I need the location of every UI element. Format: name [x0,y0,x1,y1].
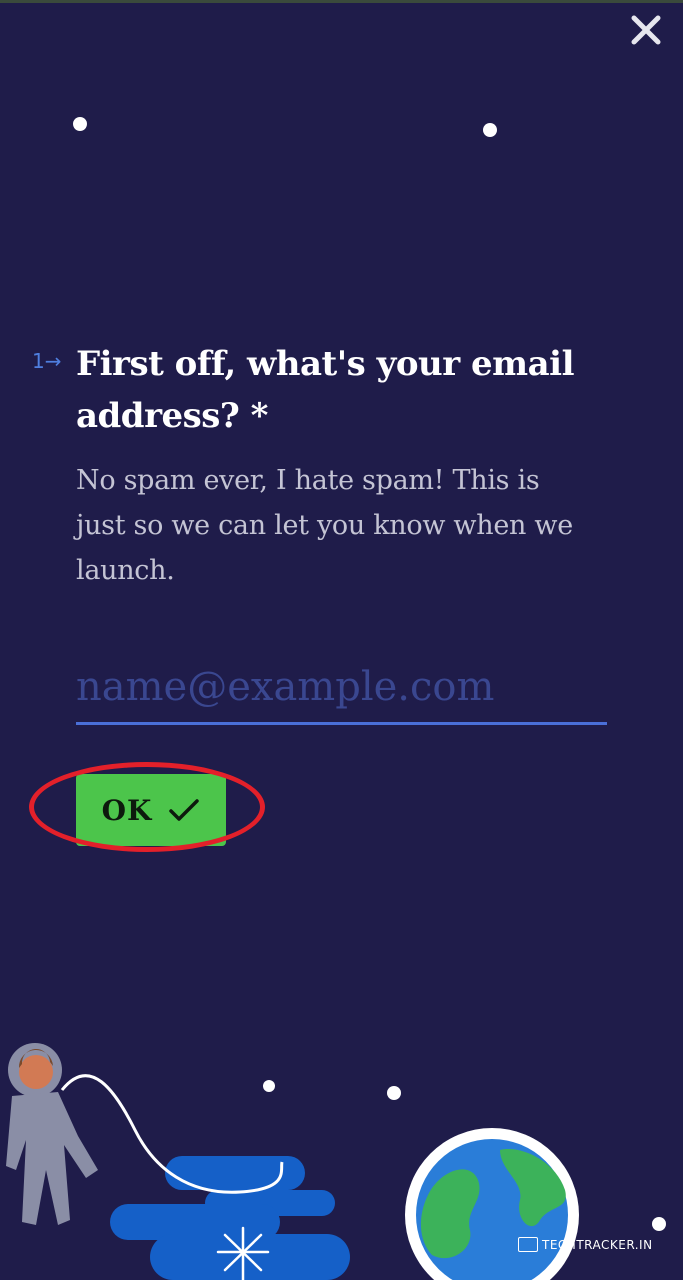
star-decoration [483,123,497,137]
top-border [0,0,683,3]
email-input[interactable] [76,652,607,725]
close-button[interactable] [624,8,668,52]
question-title: First off, what's your email address? * [76,338,636,442]
question-description: No spam ever, I hate spam! This is just … [76,465,573,586]
browser-icon [518,1237,538,1252]
question-number-text: 1 [32,349,45,373]
watermark-text: TECHTRACKER.IN [542,1237,653,1252]
arrow-right-icon: → [44,349,62,373]
ok-button-label: OK [101,793,153,827]
question-text-end: ? * [219,396,269,436]
checkmark-icon [169,799,200,821]
ok-button[interactable]: OK [76,774,226,846]
question-text-start: First off, what's your [76,344,472,384]
star-decoration [73,117,87,131]
close-icon [631,15,661,45]
question-number: 1→ [32,349,62,373]
watermark: TECHTRACKER.IN [518,1237,653,1252]
